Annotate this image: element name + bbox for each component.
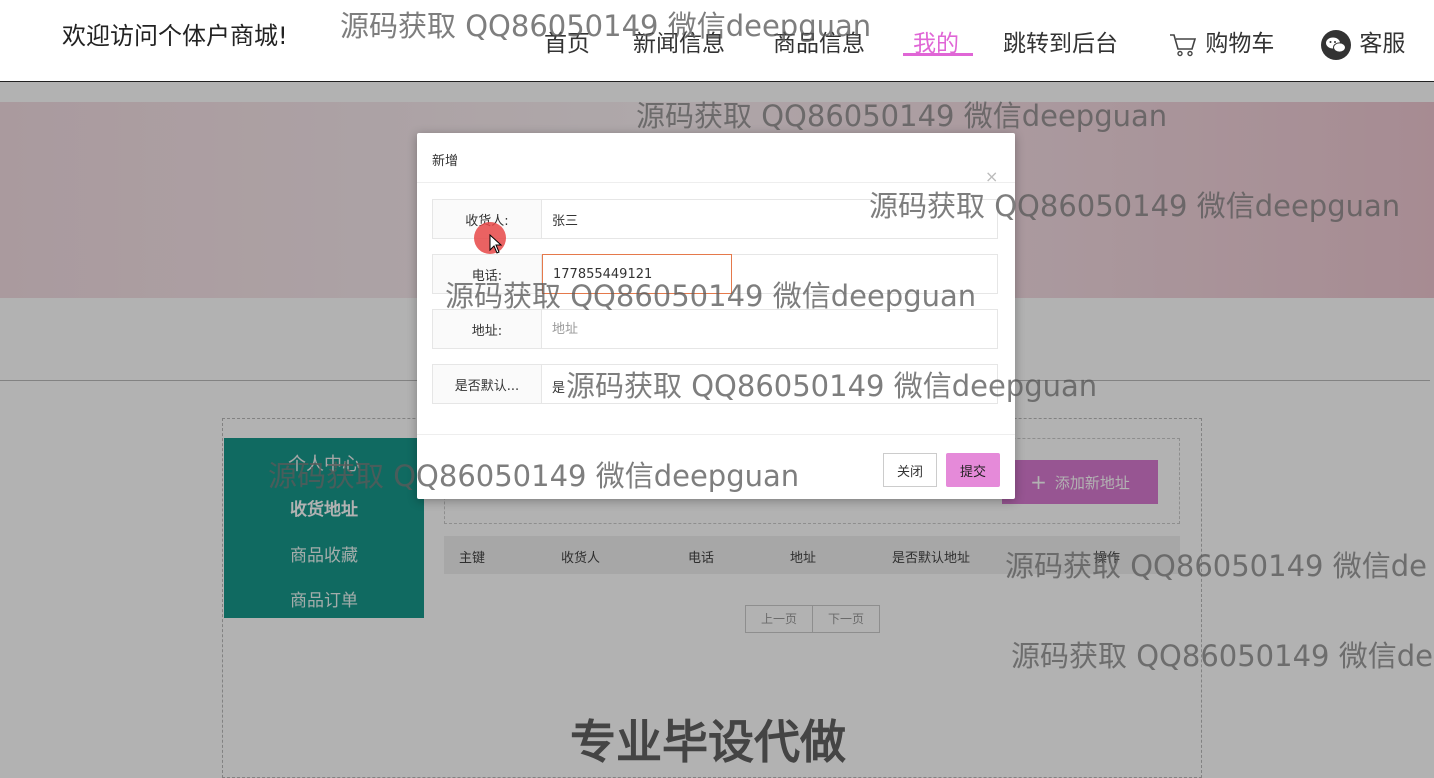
address-input[interactable] (542, 309, 998, 349)
wechat-icon (1321, 29, 1351, 60)
nav-item-news[interactable]: 新闻信息 (633, 24, 725, 58)
nav-item-service[interactable]: 客服 (1320, 24, 1405, 61)
site-brand: 欢迎访问个体户商城! (62, 22, 288, 50)
close-button[interactable]: 关闭 (883, 453, 937, 487)
add-address-dialog: 新增 × 收货人: 电话: 地址: 是否默认... 是 关闭 提交 (417, 133, 1015, 499)
cart-icon (1170, 33, 1197, 56)
form-row-default: 是否默认... 是 (432, 364, 1000, 404)
top-navbar: 欢迎访问个体户商城! 首页 新闻信息 商品信息 我的 跳转到后台 购物车 客服 (0, 0, 1434, 82)
submit-button[interactable]: 提交 (946, 453, 1000, 487)
dialog-header: 新增 × (417, 133, 1015, 185)
cart-label: 购物车 (1205, 31, 1275, 57)
phone-input[interactable] (542, 254, 732, 294)
nav-item-products[interactable]: 商品信息 (773, 24, 865, 58)
default-select[interactable]: 是 (542, 364, 998, 404)
mouse-cursor-icon (489, 234, 503, 254)
nav-item-admin[interactable]: 跳转到后台 (1003, 24, 1118, 58)
form-row-address: 地址: (432, 309, 1000, 349)
dialog-footer: 关闭 提交 (417, 434, 1015, 499)
promo-watermark: 专业毕设代做 (570, 715, 846, 769)
nav-active-underline (903, 53, 973, 56)
default-label: 是否默认... (432, 364, 542, 404)
phone-label: 电话: (432, 254, 542, 294)
nav-item-cart[interactable]: 购物车 (1168, 24, 1274, 58)
close-icon[interactable]: × (985, 169, 998, 185)
address-label: 地址: (432, 309, 542, 349)
form-row-phone: 电话: (432, 254, 1000, 294)
form-row-receiver: 收货人: (432, 199, 1000, 239)
service-label: 客服 (1359, 31, 1406, 57)
dialog-title: 新增 (432, 154, 459, 169)
nav-item-home[interactable]: 首页 (544, 24, 590, 58)
receiver-input[interactable] (542, 199, 998, 239)
